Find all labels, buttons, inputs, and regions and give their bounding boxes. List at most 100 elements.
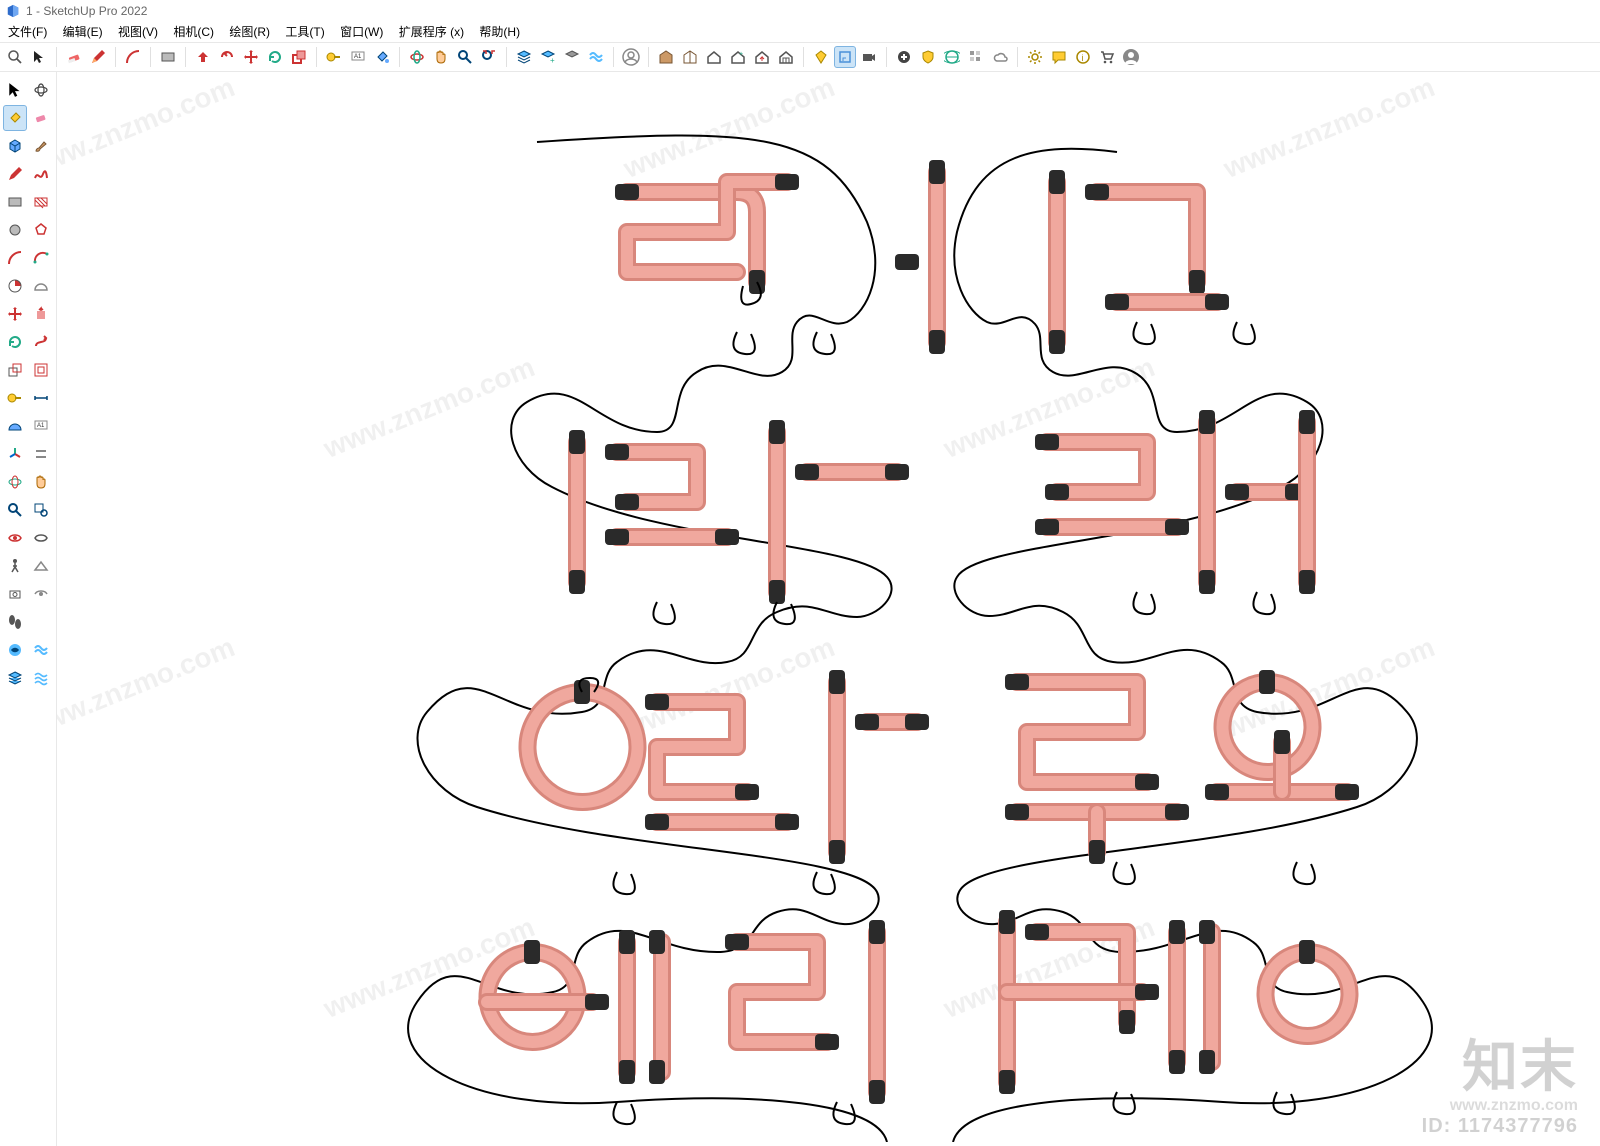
viewport[interactable]: www.znzmo.com www.znzmo.com www.znzmo.co…	[57, 72, 1600, 1146]
side-eye2-icon-button[interactable]	[29, 525, 53, 551]
side-axes-icon-button[interactable]	[3, 441, 27, 467]
eraser-button[interactable]	[63, 46, 85, 68]
arc-button[interactable]	[122, 46, 144, 68]
user-button[interactable]	[620, 46, 642, 68]
side-pencil-red-icon-button[interactable]	[3, 161, 27, 187]
side-blank-button[interactable]	[29, 609, 53, 635]
select-button[interactable]	[28, 46, 50, 68]
side-pie-icon-button[interactable]	[3, 273, 27, 299]
wh-button[interactable]	[655, 46, 677, 68]
side-rect-small-icon-button[interactable]	[3, 189, 27, 215]
layers2-button[interactable]: +	[537, 46, 559, 68]
side-move-red-icon-button[interactable]	[3, 301, 27, 327]
side-offset-small-icon-button[interactable]	[29, 357, 53, 383]
side-cube-icon-button[interactable]	[3, 133, 27, 159]
globe-button[interactable]	[941, 46, 963, 68]
side-polygon-icon-button[interactable]	[29, 217, 53, 243]
user-circle-icon	[622, 48, 640, 66]
side-walk-icon-button[interactable]	[3, 553, 27, 579]
side-layer-wave-icon-button[interactable]	[29, 637, 53, 663]
side-eye3-icon-button[interactable]	[29, 581, 53, 607]
side-pushpull-small-icon-button[interactable]	[29, 301, 53, 327]
menu-edit[interactable]: 编辑(E)	[63, 25, 103, 39]
side-brush-icon-button[interactable]	[29, 133, 53, 159]
side-protractor2-icon-button[interactable]	[3, 413, 27, 439]
side-layer-wave2-icon-button[interactable]	[29, 665, 53, 691]
menu-window[interactable]: 窗口(W)	[340, 25, 383, 39]
house1-button[interactable]	[703, 46, 725, 68]
side-tape-small-icon-button[interactable]	[3, 385, 27, 411]
side-protractor-icon-button[interactable]	[29, 273, 53, 299]
side-arc-small-icon-button[interactable]	[3, 245, 27, 271]
side-eraser-small-icon-button[interactable]	[29, 105, 53, 131]
house3-button[interactable]	[751, 46, 773, 68]
ext2-button[interactable]	[834, 46, 856, 68]
model-drawing	[57, 72, 1597, 1142]
layers1-button[interactable]	[513, 46, 535, 68]
chat-button[interactable]	[1048, 46, 1070, 68]
side-zoom-small-icon-button[interactable]	[3, 497, 27, 523]
menu-camera[interactable]: 相机(C)	[173, 25, 214, 39]
zoom-button[interactable]	[454, 46, 476, 68]
side-arc2-icon-button[interactable]	[29, 245, 53, 271]
side-look-icon-button[interactable]	[29, 553, 53, 579]
text-small-icon: A1	[33, 418, 49, 434]
shield-button[interactable]	[917, 46, 939, 68]
add-button[interactable]	[893, 46, 915, 68]
side-layer-stack-icon-button[interactable]	[3, 665, 27, 691]
gear-button[interactable]	[1024, 46, 1046, 68]
side-layer-blue-icon-button[interactable]	[3, 637, 27, 663]
cart-button[interactable]	[1096, 46, 1118, 68]
info-button[interactable]: i	[1072, 46, 1094, 68]
side-section-icon-button[interactable]	[29, 441, 53, 467]
zoom-ext-button[interactable]	[478, 46, 500, 68]
side-eye-icon-button[interactable]	[3, 525, 27, 551]
menu-ext[interactable]: 扩展程序 (x)	[399, 25, 464, 39]
side-circle-icon-button[interactable]	[3, 217, 27, 243]
side-followme-icon-button[interactable]	[29, 329, 53, 355]
ext3-button[interactable]	[858, 46, 880, 68]
menu-view[interactable]: 视图(V)	[118, 25, 158, 39]
side-orbit2-icon-button[interactable]	[3, 469, 27, 495]
move-button[interactable]	[240, 46, 262, 68]
offset-button[interactable]	[216, 46, 238, 68]
layers3-button[interactable]	[561, 46, 583, 68]
side-pan-small-icon-button[interactable]	[29, 469, 53, 495]
side-text-small-icon-button[interactable]: A1	[29, 413, 53, 439]
search-button[interactable]	[4, 46, 26, 68]
side-toolbar: A1	[0, 72, 57, 1146]
menu-file[interactable]: 文件(F)	[8, 25, 47, 39]
pencil-button[interactable]	[87, 46, 109, 68]
house2-button[interactable]: +	[727, 46, 749, 68]
rect-button[interactable]	[157, 46, 179, 68]
paint-button[interactable]	[371, 46, 393, 68]
profile-button[interactable]	[1120, 46, 1142, 68]
menu-tools[interactable]: 工具(T)	[285, 25, 324, 39]
ext1-button[interactable]	[810, 46, 832, 68]
menu-help[interactable]: 帮助(H)	[479, 25, 520, 39]
side-shoes-icon-button[interactable]	[3, 609, 27, 635]
text-button[interactable]: A1	[347, 46, 369, 68]
pan-button[interactable]	[430, 46, 452, 68]
side-orbit-small-icon-button[interactable]	[29, 77, 53, 103]
pushpull-button[interactable]	[192, 46, 214, 68]
layers4-button[interactable]	[585, 46, 607, 68]
house4-button[interactable]	[775, 46, 797, 68]
side-rect-hatch-icon-button[interactable]	[29, 189, 53, 215]
side-cursor-black-icon-button[interactable]	[3, 77, 27, 103]
side-rotate-green-icon-button[interactable]	[3, 329, 27, 355]
cloud-button[interactable]	[989, 46, 1011, 68]
side-zoom-window-icon-button[interactable]	[29, 497, 53, 523]
side-dimension-icon-button[interactable]	[29, 385, 53, 411]
side-freehand-icon-button[interactable]	[29, 161, 53, 187]
side-camera2-icon-button[interactable]	[3, 581, 27, 607]
orbit-button[interactable]	[406, 46, 428, 68]
rotate-button[interactable]	[264, 46, 286, 68]
side-scale-small-icon-button[interactable]	[3, 357, 27, 383]
pattern-button[interactable]	[965, 46, 987, 68]
side-paint-small-icon-button[interactable]	[3, 105, 27, 131]
wh2-button[interactable]	[679, 46, 701, 68]
tape-button[interactable]	[323, 46, 345, 68]
menu-draw[interactable]: 绘图(R)	[229, 25, 270, 39]
scale-button[interactable]	[288, 46, 310, 68]
